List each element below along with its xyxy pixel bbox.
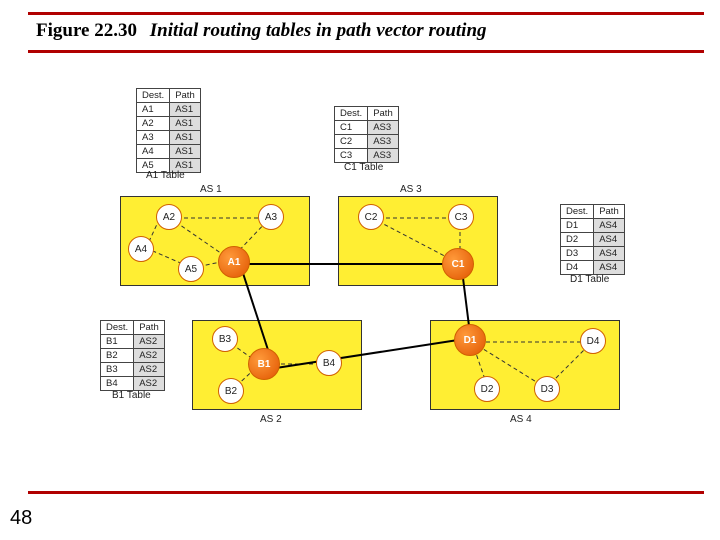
node-b3: B3 bbox=[212, 326, 238, 352]
node-a2: A2 bbox=[156, 204, 182, 230]
table-caption-a1: A1 Table bbox=[146, 170, 185, 181]
node-d2: D2 bbox=[474, 376, 500, 402]
diagram-stage: Dest.Path A1AS1 A2AS1 A3AS1 A4AS1 A5AS1 … bbox=[100, 88, 640, 458]
figure-label: Figure 22.30 bbox=[36, 20, 137, 41]
rule-top bbox=[28, 12, 704, 15]
node-b4: B4 bbox=[316, 350, 342, 376]
routing-table-b1: Dest.Path B1AS2 B2AS2 B3AS2 B4AS2 bbox=[100, 320, 165, 391]
node-d3: D3 bbox=[534, 376, 560, 402]
speaker-c1: C1 bbox=[442, 248, 474, 280]
node-a3: A3 bbox=[258, 204, 284, 230]
col-dest: Dest. bbox=[137, 89, 170, 103]
node-a4: A4 bbox=[128, 236, 154, 262]
rule-under-title bbox=[28, 50, 704, 53]
node-c3: C3 bbox=[448, 204, 474, 230]
figure-caption: Initial routing tables in path vector ro… bbox=[150, 20, 487, 41]
speaker-a1: A1 bbox=[218, 246, 250, 278]
figure-title: Figure 22.30 Initial routing tables in p… bbox=[36, 20, 487, 42]
speaker-d1: D1 bbox=[454, 324, 486, 356]
col-path: Path bbox=[170, 89, 201, 103]
routing-table-c1: Dest.Path C1AS3 C2AS3 C3AS3 bbox=[334, 106, 399, 163]
routing-table-d1: Dest.Path D1AS4 D2AS4 D3AS4 D4AS4 bbox=[560, 204, 625, 275]
speaker-b1: B1 bbox=[248, 348, 280, 380]
page-number: 48 bbox=[10, 507, 32, 530]
node-a5: A5 bbox=[178, 256, 204, 282]
table-caption-b1: B1 Table bbox=[112, 390, 151, 401]
as2-label: AS 2 bbox=[260, 414, 282, 425]
as4-label: AS 4 bbox=[510, 414, 532, 425]
as3-label: AS 3 bbox=[400, 184, 422, 195]
node-c2: C2 bbox=[358, 204, 384, 230]
rule-bottom bbox=[28, 491, 704, 494]
table-caption-d1: D1 Table bbox=[570, 274, 609, 285]
table-caption-c1: C1 Table bbox=[344, 162, 383, 173]
as1-label: AS 1 bbox=[200, 184, 222, 195]
routing-table-a1: Dest.Path A1AS1 A2AS1 A3AS1 A4AS1 A5AS1 bbox=[136, 88, 201, 173]
node-b2: B2 bbox=[218, 378, 244, 404]
node-d4: D4 bbox=[580, 328, 606, 354]
